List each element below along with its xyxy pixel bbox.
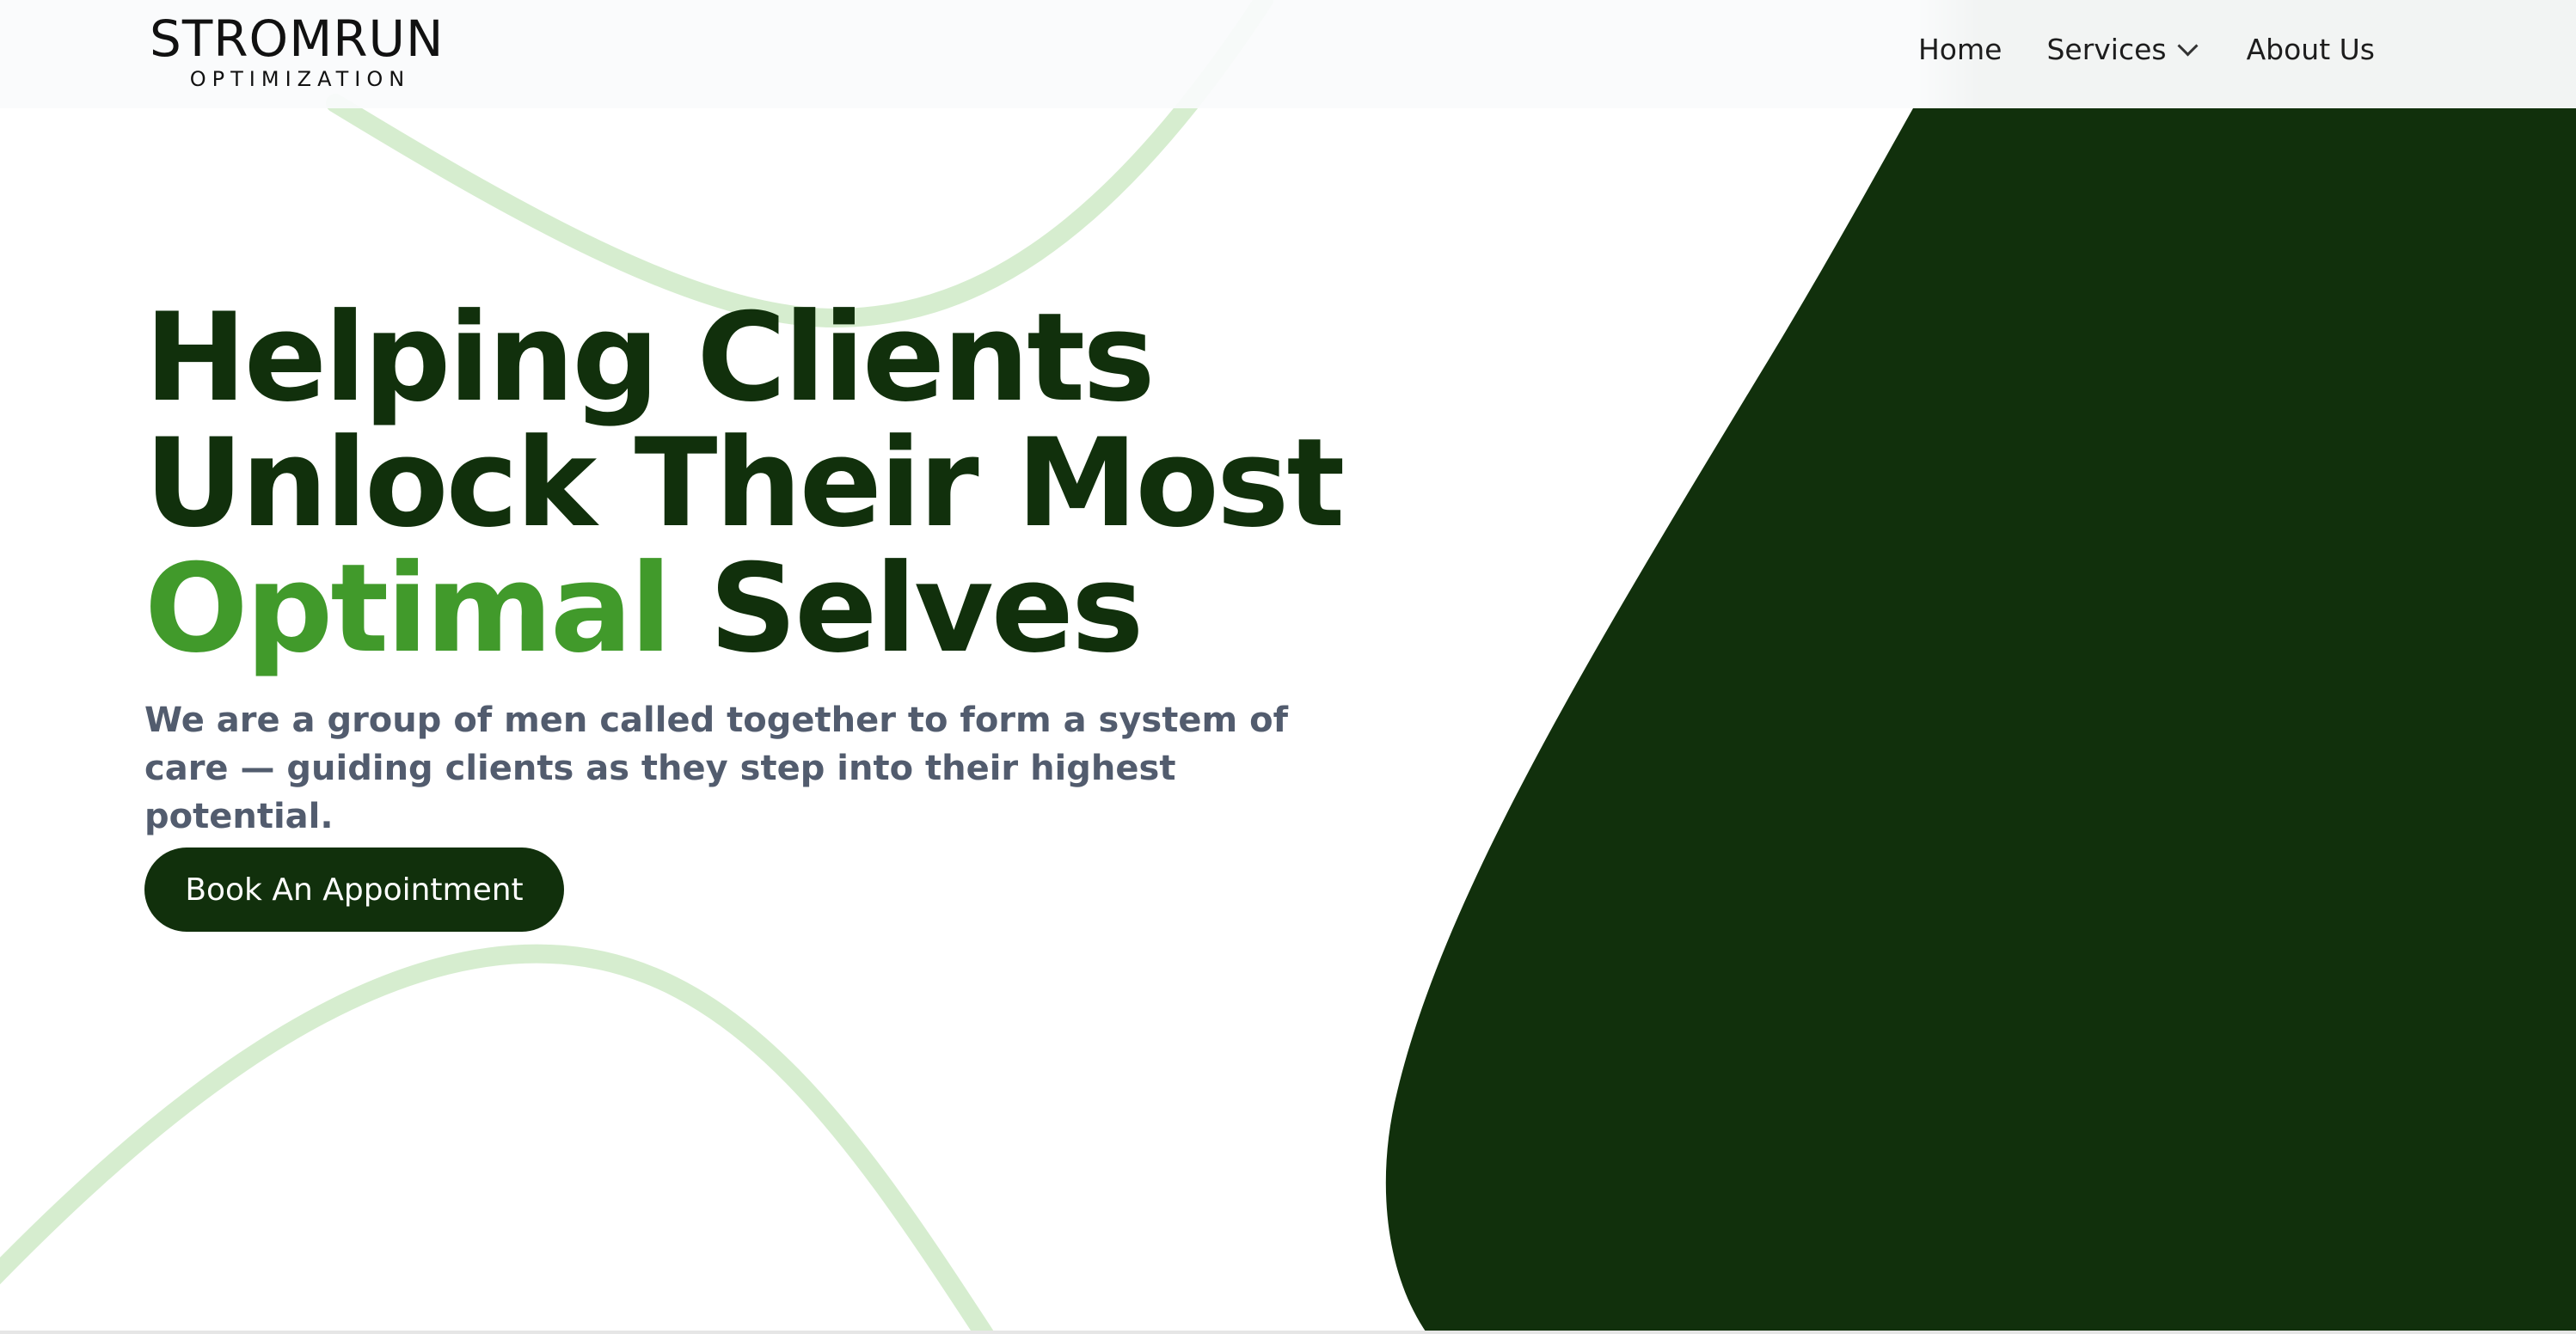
headline-line-3-rest: Selves	[708, 538, 1144, 680]
headline-accent-word: Optimal	[144, 538, 672, 680]
main-nav: Home Services About Us	[1918, 33, 2375, 66]
hero-subtitle: We are a group of men called together to…	[144, 701, 1288, 836]
chevron-down-icon	[2177, 35, 2199, 57]
site-header: STROMRUN OPTIMIZATION Home Services Abou…	[0, 0, 2576, 108]
book-appointment-button[interactable]: Book An Appointment	[144, 848, 564, 932]
page-bottom-divider	[0, 1331, 2576, 1334]
nav-services-dropdown[interactable]: Services	[2046, 33, 2199, 66]
nav-home-label: Home	[1917, 33, 2003, 66]
nav-services-label: Services	[2046, 33, 2167, 66]
headline-line-1: Helping Clients	[144, 287, 1156, 429]
nav-about-label: About Us	[2246, 33, 2375, 66]
nav-home-link[interactable]: Home	[1918, 33, 2002, 66]
book-appointment-label: Book An Appointment	[185, 872, 524, 908]
site-logo[interactable]: STROMRUN OPTIMIZATION	[150, 9, 445, 91]
hero-headline: Helping Clients Unlock Their Most Optima…	[144, 296, 1365, 672]
headline-line-2: Unlock Their Most	[144, 413, 1345, 554]
bottom-wave-decoration	[0, 944, 996, 1334]
dark-green-shape	[1385, 108, 2576, 1334]
nav-about-link[interactable]: About Us	[2247, 33, 2375, 66]
hero-section: Helping Clients Unlock Their Most Optima…	[144, 296, 1365, 875]
logo-tagline: OPTIMIZATION	[189, 67, 411, 91]
logo-name: STROMRUN	[150, 9, 445, 68]
